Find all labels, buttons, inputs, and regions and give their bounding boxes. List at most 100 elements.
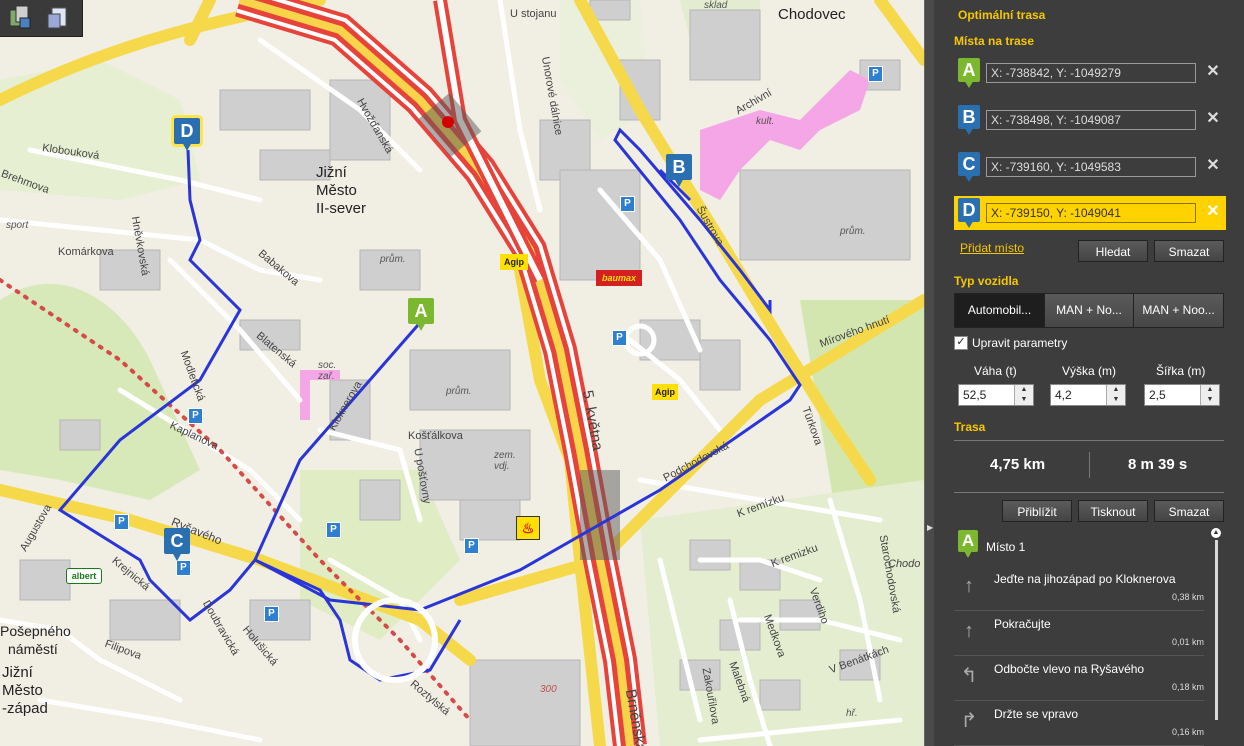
parking-icon[interactable]: P (620, 196, 635, 212)
direction-step[interactable]: ↑ Pokračujte 0,01 km (954, 611, 1204, 656)
route-marker-a[interactable]: A (408, 298, 434, 332)
gas-station-icon[interactable]: Agip (652, 384, 678, 400)
clear-button[interactable]: Smazat (1154, 240, 1224, 262)
step-distance: 0,38 km (1171, 592, 1204, 602)
map-canvas[interactable]: Chodovec Jižní Město II-sever Pošepného … (0, 0, 924, 746)
marker-tip (182, 142, 192, 151)
height-stepper[interactable]: 4,2 ▲ ▼ (1050, 384, 1126, 406)
marker-tip (964, 220, 974, 228)
waypoint-row-b: B ✕ (954, 103, 1224, 137)
weight-label: Váha (t) (974, 364, 1017, 378)
print-preview-icon[interactable] (44, 4, 72, 32)
waypoint-letter: C (962, 154, 976, 174)
spin-down-icon[interactable]: ▼ (1201, 395, 1219, 405)
spin-down-icon[interactable]: ▼ (1015, 395, 1033, 405)
print-preview-icon-graphic (47, 7, 67, 29)
direction-step[interactable]: ↱ Držte se vpravo 0,16 km (954, 701, 1204, 746)
step-text: Odbočte vlevo na Ryšavého (994, 662, 1145, 676)
section-vehicle: Typ vozidla (954, 274, 1019, 288)
height-label: Výška (m) (1062, 364, 1116, 378)
parking-icon[interactable]: P (176, 560, 191, 576)
collapse-arrow-icon[interactable]: ▶ (927, 518, 933, 538)
waypoint-c-input[interactable] (986, 157, 1196, 177)
marker-letter: B (666, 154, 692, 180)
vehicle-tab-truck-2[interactable]: MAN + Noo... (1133, 293, 1224, 328)
map-toolbar (0, 0, 83, 37)
print-button[interactable]: Tisknout (1078, 500, 1148, 522)
arrow-up-icon: ↑ (964, 575, 974, 597)
fire-station-icon[interactable]: ♨ (516, 516, 540, 540)
waypoint-letter: B (962, 107, 976, 127)
parking-icon[interactable]: P (114, 514, 129, 530)
add-place-link[interactable]: Přidat místo (960, 241, 1024, 255)
stepper-arrows[interactable]: ▲ ▼ (1014, 385, 1033, 405)
waypoint-b-input[interactable] (986, 110, 1196, 130)
step-text: Jeďte na jihozápad po Kloknerova (994, 572, 1176, 586)
directions-scrollbar[interactable]: ▲ (1211, 528, 1221, 746)
step-text: Pokračujte (994, 617, 1051, 631)
stepper-value: 2,5 (1149, 388, 1166, 402)
parking-icon[interactable]: P (868, 66, 883, 82)
stepper-value: 4,2 (1055, 388, 1072, 402)
layers-icon-graphic (9, 5, 31, 29)
stepper-arrows[interactable]: ▲ ▼ (1106, 385, 1125, 405)
weight-stepper[interactable]: 52,5 ▲ ▼ (958, 384, 1034, 406)
divider (954, 492, 1224, 493)
search-button[interactable]: Hledat (1078, 240, 1148, 262)
waypoint-row-a: A ✕ (954, 56, 1224, 90)
waypoint-a-input[interactable] (986, 63, 1196, 83)
marker-tip (964, 80, 974, 88)
width-label: Šířka (m) (1156, 364, 1206, 378)
spin-up-icon[interactable]: ▲ (1107, 385, 1125, 395)
stepper-value: 52,5 (963, 388, 987, 402)
route-panel: Optimální trasa Místa na trase A ✕ B ✕ C… (934, 0, 1244, 746)
marker-letter: A (408, 298, 434, 324)
marker-tip (172, 552, 182, 561)
spin-up-icon[interactable]: ▲ (1015, 385, 1033, 395)
parking-icon[interactable]: P (188, 408, 203, 424)
store-logo-icon[interactable]: albert (66, 568, 102, 584)
direction-step[interactable]: ↑ Jeďte na jihozápad po Kloknerova 0,38 … (954, 566, 1204, 611)
remove-waypoint-icon[interactable]: ✕ (1206, 158, 1220, 174)
parking-icon[interactable]: P (264, 606, 279, 622)
marker-letter: D (174, 118, 200, 144)
waypoint-marker: A (958, 58, 980, 88)
parking-icon[interactable]: P (326, 522, 341, 538)
store-logo-icon[interactable]: baumax (596, 270, 642, 286)
scrollbar-track[interactable] (1215, 540, 1218, 720)
marker-tip (964, 551, 972, 558)
waypoint-d-input[interactable] (986, 203, 1196, 223)
direction-step[interactable]: ↰ Odbočte vlevo na Ryšavého 0,18 km (954, 656, 1204, 701)
spin-up-icon[interactable]: ▲ (1201, 385, 1219, 395)
turn-left-icon: ↰ (960, 665, 978, 687)
marker-tip (964, 127, 974, 135)
parking-icon[interactable]: P (464, 538, 479, 554)
route-marker-d[interactable]: D (174, 118, 200, 152)
traffic-incident-icon (442, 116, 454, 128)
route-distance: 4,75 km (990, 456, 1046, 473)
directions-list[interactable]: A Místo 1 ↑ Jeďte na jihozápad po Klokne… (954, 528, 1209, 746)
width-stepper[interactable]: 2,5 ▲ ▼ (1144, 384, 1220, 406)
layers-icon[interactable] (6, 4, 34, 32)
parking-icon[interactable]: P (612, 330, 627, 346)
stepper-arrows[interactable]: ▲ ▼ (1200, 385, 1219, 405)
delete-route-button[interactable]: Smazat (1154, 500, 1224, 522)
route-marker-b[interactable]: B (666, 154, 692, 188)
vehicle-tab-car[interactable]: Automobil... (954, 293, 1045, 328)
adjust-params-label: Upravit parametry (972, 336, 1068, 350)
waypoint-marker: B (958, 105, 980, 135)
step-distance: 0,01 km (1171, 637, 1204, 647)
section-places: Místa na trase (954, 34, 1035, 48)
gas-station-icon[interactable]: Agip (500, 254, 528, 270)
waypoint-row-c: C ✕ (954, 150, 1224, 184)
route-marker-c[interactable]: C (164, 528, 190, 562)
zoom-to-route-button[interactable]: Přiblížit (1002, 500, 1072, 522)
remove-waypoint-icon[interactable]: ✕ (1206, 204, 1220, 220)
waypoint-letter: A (962, 60, 976, 80)
spin-down-icon[interactable]: ▼ (1107, 395, 1125, 405)
scroll-up-icon[interactable]: ▲ (1211, 528, 1221, 538)
remove-waypoint-icon[interactable]: ✕ (1206, 111, 1220, 127)
remove-waypoint-icon[interactable]: ✕ (1206, 64, 1220, 80)
vehicle-tab-truck-1[interactable]: MAN + No... (1044, 293, 1134, 328)
adjust-params-checkbox[interactable]: ✓ (954, 336, 968, 350)
